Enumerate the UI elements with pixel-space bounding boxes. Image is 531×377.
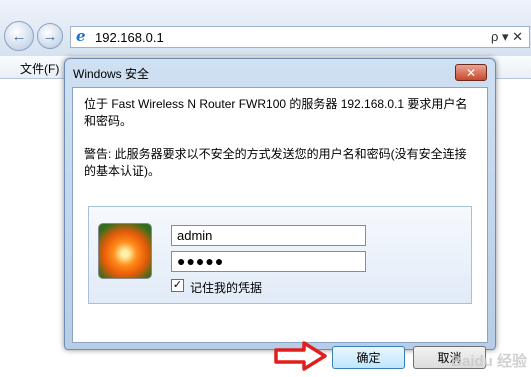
red-arrow-icon xyxy=(274,341,327,371)
ie-icon: e xyxy=(76,27,86,45)
password-field[interactable]: ●●●●● xyxy=(171,251,366,272)
dialog-title: Windows 安全 xyxy=(73,67,150,81)
dialog-warning: 警告: 此服务器要求以不安全的方式发送您的用户名和密码(没有安全连接的基本认证)… xyxy=(84,147,467,178)
address-text: 192.168.0.1 xyxy=(95,30,164,45)
search-icon[interactable]: ρ ▾ ✕ xyxy=(491,29,523,45)
back-arrow-icon: ← xyxy=(11,27,27,45)
close-icon: ✕ xyxy=(465,65,477,80)
user-avatar xyxy=(98,223,152,279)
remember-label: 记住我的凭据 xyxy=(190,281,263,295)
credential-panel: admin ●●●●● ✓ 记住我的凭据 xyxy=(88,206,472,304)
forward-arrow-icon: → xyxy=(42,27,58,45)
close-button[interactable]: ✕ xyxy=(455,64,487,81)
watermark: Baidu 经验 xyxy=(451,353,527,370)
username-field[interactable]: admin xyxy=(171,225,366,246)
menu-file[interactable]: 文件(F) xyxy=(20,60,59,77)
browser-toolbar: ← → e 192.168.0.1 ρ ▾ ✕ xyxy=(0,0,531,56)
security-dialog: Windows 安全 ✕ 位于 Fast Wireless N Router F… xyxy=(64,58,496,371)
ok-button[interactable]: 确定 xyxy=(332,346,405,369)
back-button[interactable]: ← xyxy=(4,21,34,51)
dialog-body: 位于 Fast Wireless N Router FWR100 的服务器 19… xyxy=(72,87,488,371)
dialog-message: 位于 Fast Wireless N Router FWR100 的服务器 19… xyxy=(84,97,468,128)
forward-button[interactable]: → xyxy=(37,23,63,49)
remember-checkbox[interactable]: ✓ xyxy=(171,279,184,292)
address-bar[interactable]: e 192.168.0.1 ρ ▾ ✕ xyxy=(70,26,530,48)
